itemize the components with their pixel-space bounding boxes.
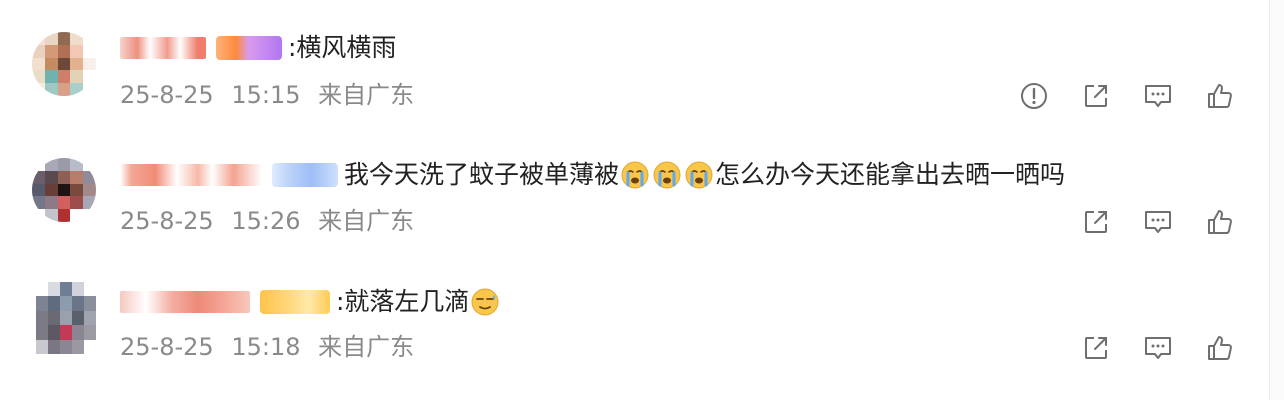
crying-emoji-icon <box>685 161 713 189</box>
username[interactable] <box>120 291 250 313</box>
sweat-emoji-icon <box>471 288 499 316</box>
comment-actions <box>1050 332 1236 364</box>
comment-item: :横风横雨 25-8-25 15:15 来自广东 <box>0 0 1260 128</box>
comment-time: 15:18 <box>231 333 301 361</box>
comment-text: :就落左几滴 <box>336 285 501 319</box>
comment-date: 25-8-25 <box>120 81 214 109</box>
user-badge <box>272 163 338 187</box>
comment-text-part: 怎么办今天还能拿出去晒一晒吗 <box>715 160 1066 189</box>
like-icon[interactable] <box>1204 80 1236 112</box>
comment-text: 我今天洗了蚊子被单薄被 怎么办今天还能拿出去晒一晒吗 <box>344 158 1065 192</box>
comment-location: 来自广东 <box>318 81 415 109</box>
comment-time: 15:15 <box>231 81 301 109</box>
comment-item: :就落左几滴 25-8-25 15:18 来自广东 <box>0 256 1260 384</box>
comment-header: :就落左几滴 <box>120 285 501 319</box>
avatar[interactable] <box>32 158 96 222</box>
scrollbar[interactable] <box>1269 0 1284 400</box>
comment-date: 25-8-25 <box>120 333 214 361</box>
share-icon[interactable] <box>1080 206 1112 238</box>
like-icon[interactable] <box>1204 206 1236 238</box>
comment-time: 15:26 <box>231 207 301 235</box>
crying-emoji-icon <box>653 161 681 189</box>
like-icon[interactable] <box>1204 332 1236 364</box>
username[interactable] <box>120 164 262 186</box>
comment-header: :横风横雨 <box>120 31 396 65</box>
comment-location: 来自广东 <box>318 207 415 235</box>
comment-actions <box>1050 206 1236 238</box>
comment-header: 我今天洗了蚊子被单薄被 怎么办今天还能拿出去晒一晒吗 <box>120 158 1065 192</box>
avatar[interactable] <box>36 282 96 354</box>
user-badge <box>216 36 282 60</box>
comment-text-part: 我今天洗了蚊子被单薄被 <box>344 160 620 189</box>
username[interactable] <box>120 37 206 59</box>
reply-icon[interactable] <box>1142 206 1174 238</box>
comment-meta: 25-8-25 15:18 来自广东 <box>120 332 414 362</box>
reply-icon[interactable] <box>1142 80 1174 112</box>
avatar[interactable] <box>32 32 96 96</box>
crying-emoji-icon <box>621 161 649 189</box>
reply-icon[interactable] <box>1142 332 1174 364</box>
comment-text-part: :就落左几滴 <box>336 287 470 316</box>
report-icon[interactable] <box>1018 80 1050 112</box>
comment-meta: 25-8-25 15:26 来自广东 <box>120 206 414 236</box>
comment-location: 来自广东 <box>318 333 415 361</box>
comment-text: :横风横雨 <box>288 33 397 62</box>
share-icon[interactable] <box>1080 80 1112 112</box>
comment-item: 我今天洗了蚊子被单薄被 怎么办今天还能拿出去晒一晒吗 25-8-25 15:26… <box>0 128 1260 256</box>
user-badge <box>260 290 330 314</box>
comment-meta: 25-8-25 15:15 来自广东 <box>120 80 414 110</box>
comment-date: 25-8-25 <box>120 207 214 235</box>
comment-actions <box>988 80 1236 112</box>
share-icon[interactable] <box>1080 332 1112 364</box>
